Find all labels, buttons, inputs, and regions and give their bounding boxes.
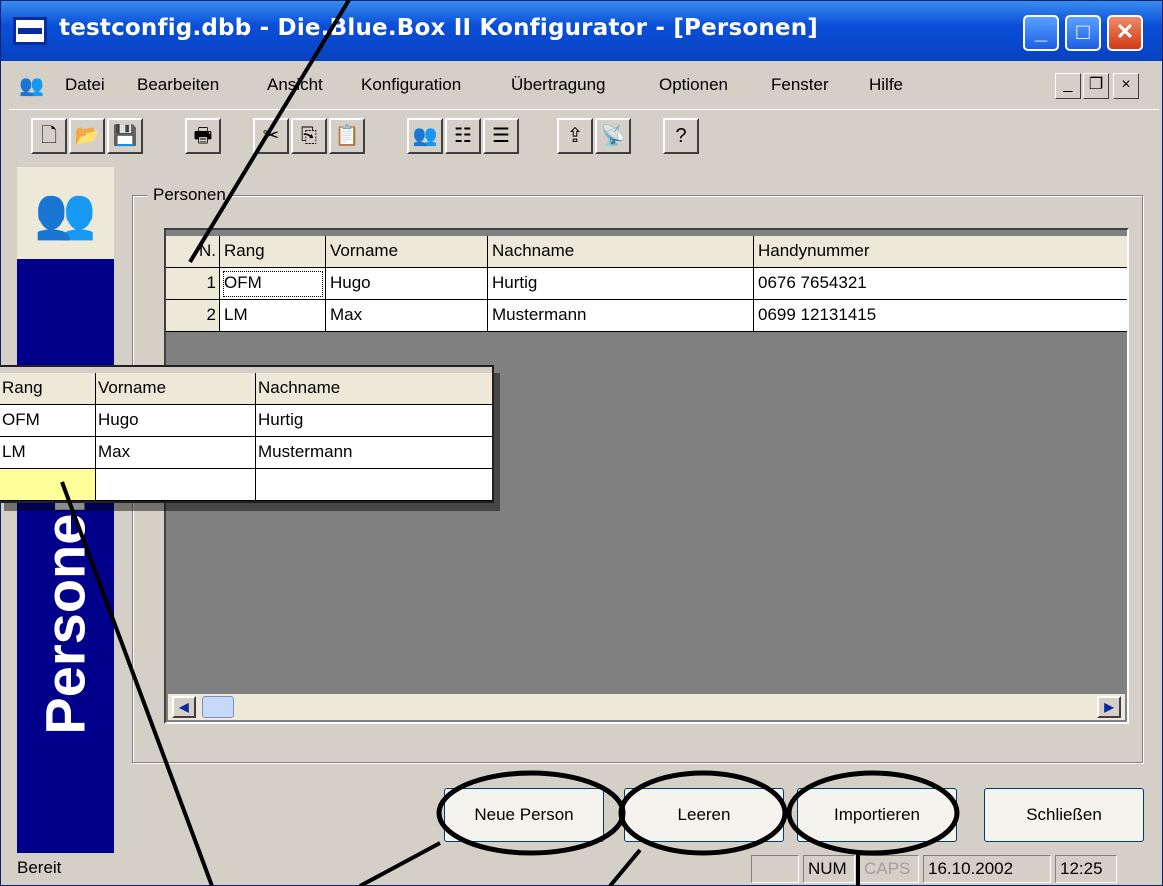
zoom-column-rang: Rang [0, 373, 96, 405]
config-list-icon[interactable]: ☷ [445, 118, 481, 154]
persons-icon[interactable]: 👥 [19, 73, 44, 98]
sidebar-banner: 👥 Personen [17, 167, 114, 853]
copy-icon[interactable]: ⎘ [291, 118, 327, 154]
cell-nachname[interactable]: Mustermann [488, 300, 754, 332]
zoom-cell-rang: OFM [0, 405, 96, 437]
new-person-button[interactable]: Neue Person [444, 788, 604, 842]
mdi-close-button[interactable]: × [1113, 73, 1139, 99]
window-title: testconfig.dbb - Die.Blue.Box II Konfigu… [59, 15, 819, 41]
status-time: 12:25 [1055, 855, 1117, 883]
zoom-row: LM Max Mustermann [0, 437, 492, 469]
cell-handynummer[interactable]: 0699 12131415 [754, 300, 1127, 332]
scroll-left-icon[interactable]: ◀ [172, 696, 196, 718]
status-date: 16.10.2002 [923, 855, 1051, 883]
menu-hilfe[interactable]: Hilfe [869, 75, 903, 95]
menu-optionen[interactable]: Optionen [659, 75, 728, 95]
scroll-thumb[interactable] [202, 696, 234, 718]
import-button[interactable]: Importieren [797, 788, 957, 842]
column-header-nr[interactable]: N. [166, 236, 220, 268]
num-indicator: NUM [803, 855, 855, 883]
minimize-button[interactable]: _ [1023, 15, 1059, 51]
menu-bar: 👥 Datei Bearbeiten Ansicht Konfiguration… [9, 67, 1159, 105]
persons-icon: 👥 [17, 167, 114, 259]
zoom-new-row-cell [0, 469, 96, 501]
print-icon[interactable]: 🖶 [185, 118, 221, 154]
row-number[interactable]: 2 [166, 300, 220, 332]
zoom-column-vorname: Vorname [96, 373, 256, 405]
cut-icon[interactable]: ✂ [253, 118, 289, 154]
zoom-header-row: Rang Vorname Nachname [0, 373, 492, 405]
menu-fenster[interactable]: Fenster [771, 75, 829, 95]
sidebar-label: Personen [33, 479, 97, 735]
row-number[interactable]: 1 [166, 268, 220, 300]
title-bar[interactable]: testconfig.dbb - Die.Blue.Box II Konfigu… [1, 1, 1162, 61]
grid-header-row: N. Rang Vorname Nachname Handynummer [166, 236, 1127, 268]
status-text: Bereit [17, 858, 62, 877]
menu-ansicht[interactable]: Ansicht [267, 75, 323, 95]
app-icon[interactable] [13, 17, 47, 45]
table-row[interactable]: 1 OFM Hugo Hurtig 0676 7654321 [166, 268, 1127, 300]
column-header-handynummer[interactable]: Handynummer [754, 236, 1127, 268]
menu-konfiguration[interactable]: Konfiguration [361, 75, 461, 95]
menu-bearbeiten[interactable]: Bearbeiten [137, 75, 219, 95]
toolbar: 🗋 📂 💾 🖶 ✂ ⎘ 📋 👥 ☷ ☰ ⇪ 📡 ? [9, 109, 1159, 161]
close-window-button[interactable]: ✕ [1107, 15, 1143, 51]
cell-rang[interactable]: LM [220, 300, 326, 332]
upload-icon[interactable]: ⇪ [557, 118, 593, 154]
cell-vorname[interactable]: Hugo [326, 268, 488, 300]
cell-handynummer[interactable]: 0676 7654321 [754, 268, 1127, 300]
maximize-button[interactable]: □ [1065, 15, 1101, 51]
mdi-restore-button[interactable]: ❐ [1083, 73, 1109, 99]
zoom-callout: Rang Vorname Nachname OFM Hugo Hurtig LM… [0, 365, 494, 503]
cell-vorname[interactable]: Max [326, 300, 488, 332]
caps-indicator: CAPS [859, 855, 919, 883]
column-header-nachname[interactable]: Nachname [488, 236, 754, 268]
menu-uebertragung[interactable]: Übertragung [511, 75, 606, 95]
scroll-right-icon[interactable]: ▶ [1097, 696, 1121, 718]
zoom-empty-cell [96, 469, 256, 501]
help-icon[interactable]: ? [663, 118, 699, 154]
paste-icon[interactable]: 📋 [329, 118, 365, 154]
zoom-empty-cell [256, 469, 492, 501]
zoom-column-nachname: Nachname [256, 373, 492, 405]
cell-nachname[interactable]: Hurtig [488, 268, 754, 300]
groupbox-label: Personen [147, 185, 232, 205]
status-bar: Bereit NUM CAPS 16.10.2002 12:25 [9, 853, 1159, 885]
table-row[interactable]: 2 LM Max Mustermann 0699 12131415 [166, 300, 1127, 332]
transfer-icon[interactable]: 📡 [595, 118, 631, 154]
horizontal-scrollbar[interactable]: ◀ ▶ [168, 694, 1125, 720]
zoom-cell-rang: LM [0, 437, 96, 469]
clear-button[interactable]: Leeren [624, 788, 784, 842]
mdi-minimize-button[interactable]: _ [1055, 73, 1081, 99]
status-panel-empty [751, 855, 799, 883]
zoom-cell-vorname: Hugo [96, 405, 256, 437]
zoom-new-row [0, 469, 492, 501]
menu-datei[interactable]: Datei [65, 75, 105, 95]
cell-rang[interactable]: OFM [220, 268, 326, 300]
close-button[interactable]: Schließen [984, 788, 1144, 842]
open-folder-icon[interactable]: 📂 [69, 118, 105, 154]
column-header-rang[interactable]: Rang [220, 236, 326, 268]
list-icon[interactable]: ☰ [483, 118, 519, 154]
save-icon[interactable]: 💾 [107, 118, 143, 154]
zoom-cell-nachname: Hurtig [256, 405, 492, 437]
zoom-row: OFM Hugo Hurtig [0, 405, 492, 437]
new-document-icon[interactable]: 🗋 [31, 118, 67, 154]
persons-icon[interactable]: 👥 [407, 118, 443, 154]
column-header-vorname[interactable]: Vorname [326, 236, 488, 268]
zoom-cell-vorname: Max [96, 437, 256, 469]
zoom-cell-nachname: Mustermann [256, 437, 492, 469]
